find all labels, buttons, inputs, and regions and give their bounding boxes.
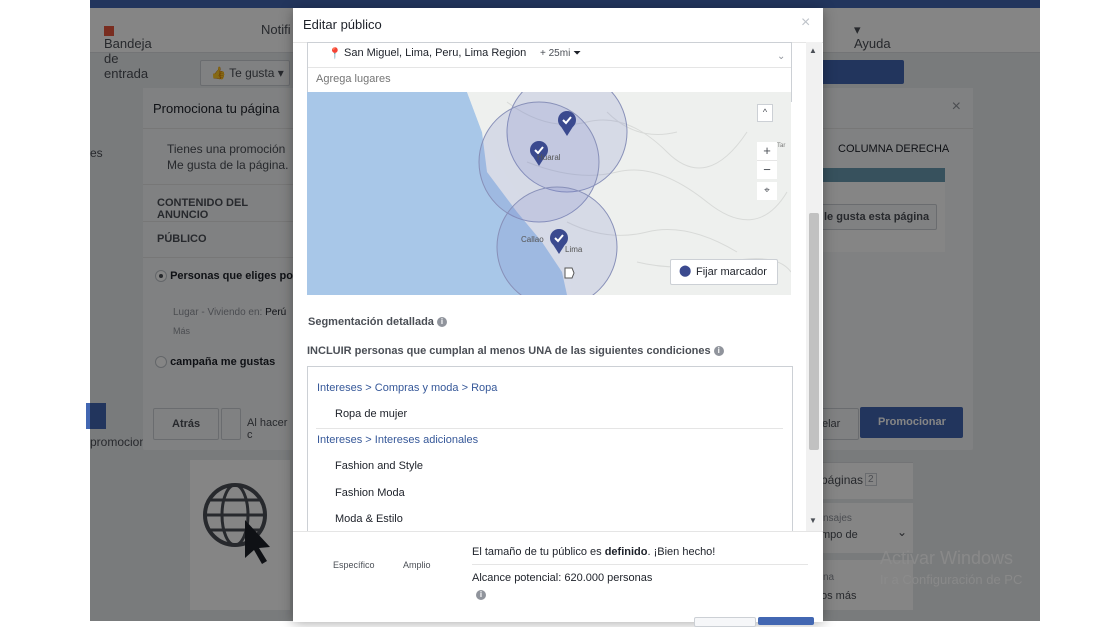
detailed-targeting-label: Segmentación detallada i [308,316,447,328]
interest-item[interactable]: Moda & Estilo [335,513,403,525]
specific-label: Específico [333,560,375,570]
add-places-input[interactable] [309,69,786,89]
drop-pin-button[interactable]: ⬤ Fijar marcador [670,259,778,285]
location-row[interactable]: 📍 San Miguel, Lima, Peru, Lima Region + … [308,43,791,68]
interests-list: Intereses > Compras y moda > Ropa Ropa d… [307,366,793,533]
modal-close-icon[interactable]: × [801,14,810,32]
modal-title: Editar público [303,17,382,32]
windows-watermark-title: Activar Windows [880,548,1014,568]
windows-watermark-sub: Ir a Configuración de PC [880,572,1023,587]
edit-audience-modal: Editar público × 📍 San Miguel, Lima, Per… [293,8,823,627]
radius-select[interactable]: + 25mi ⏷ [540,48,581,59]
save-footer-button[interactable] [758,617,814,625]
modal-header: Editar público × [293,8,823,43]
map-label-tar: Tar [777,143,785,149]
divider [316,428,783,429]
map-label-callao: Callao [521,235,544,244]
zoom-in-button[interactable]: + [757,142,777,160]
map[interactable]: Callao Lima Huaral Tar ^ + − ⌖ ⬤ Fijar m… [307,92,791,295]
highway-shield-icon [564,267,575,279]
map-label-lima: Lima [565,245,583,254]
info-icon[interactable]: i [437,317,447,328]
pin-icon: ⬤ [679,265,692,277]
broad-label: Amplio [403,560,431,570]
audience-size-footer: Específico Amplio El tamaño de tu públic… [293,531,823,627]
cancel-footer-button[interactable] [694,617,756,627]
map-label-huaral: Huaral [537,153,561,162]
reach-info[interactable]: i [476,587,486,601]
recenter-icon[interactable]: ⌖ [757,182,777,200]
interest-item[interactable]: Fashion and Style [335,460,423,472]
interest-path[interactable]: Intereses > Intereses adicionales [317,434,478,446]
scrollbar-thumb[interactable] [809,213,819,450]
interest-item[interactable]: Fashion Moda [335,487,405,499]
info-icon: i [476,589,486,600]
zoom-out-button[interactable]: − [757,160,777,179]
scroll-up-icon[interactable]: ▲ [809,46,817,55]
location-name: San Miguel, Lima, Peru, Lima Region [344,47,527,59]
location-pin-icon: 📍 [328,48,342,60]
interest-path[interactable]: Intereses > Compras y moda > Ropa [317,382,497,394]
location-dropdown-icon[interactable]: ⌄ [777,51,785,62]
audience-size-text: El tamaño de tu público es definido. ¡Bi… [472,546,716,558]
interest-item[interactable]: Ropa de mujer [335,408,407,420]
potential-reach: Alcance potencial: 620.000 personas [472,572,653,584]
include-label: INCLUIR personas que cumplan al menos UN… [307,345,724,357]
scroll-down-icon[interactable]: ▼ [809,516,817,525]
collapse-map-button[interactable]: ^ [757,104,773,122]
divider [472,564,808,565]
info-icon[interactable]: i [713,346,724,357]
